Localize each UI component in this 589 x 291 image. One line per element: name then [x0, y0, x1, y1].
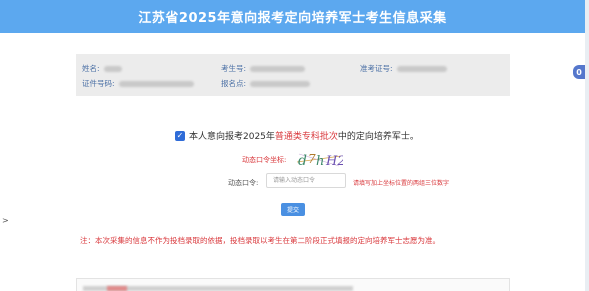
site-label: 报名点: [221, 79, 247, 88]
page-header: 江苏省2025年意向报考定向培养军士考生信息采集 [0, 0, 585, 33]
captcha-char-2: 7 [308, 152, 316, 166]
candidate-info-panel: 姓名: 考生号: 准考证号: 证件号码: 报名点: [76, 54, 510, 96]
side-float-label: 0 [576, 67, 582, 77]
confirm-text-suffix: 中的定向培养军士。 [337, 132, 419, 142]
id-label: 证件号码: [82, 79, 115, 88]
captcha-image[interactable]: d 7 h H2 [295, 148, 343, 170]
name-row: 姓名: [82, 63, 122, 74]
captcha-char-3: h [316, 154, 324, 169]
ticket-no-value-redacted [396, 65, 447, 72]
confirm-text-prefix: 本人意向报考2025年 [189, 132, 275, 142]
captcha-char-1: d [298, 153, 307, 169]
id-value-redacted [118, 80, 194, 87]
name-value-redacted [103, 65, 122, 72]
confirm-checkbox[interactable]: ✓ [175, 130, 185, 141]
id-row: 证件号码: [82, 78, 194, 89]
site-value-redacted [250, 80, 311, 87]
confirm-text-batch: 普通类专科批次 [274, 132, 338, 142]
ticket-no-label: 准考证号: [360, 64, 393, 73]
side-float-button[interactable]: 0 [573, 65, 585, 79]
bottom-highlight-redacted [107, 286, 127, 291]
submit-button[interactable]: 提交 [281, 203, 305, 216]
scrollbar[interactable] [585, 0, 589, 291]
name-label: 姓名: [82, 64, 100, 73]
confirm-intent: ✓ 本人意向报考2025年 普通类专科批次 中的定向培养军士。 [175, 129, 419, 142]
code-hint: 请填写加上坐标位置的两组三位数字 [353, 180, 450, 187]
exam-no-row: 考生号: [221, 63, 306, 74]
exam-no-label: 考生号: [221, 64, 247, 73]
captcha-char-4: H2 [325, 154, 343, 169]
code-input[interactable]: 请输入动态口令 [266, 173, 346, 188]
bottom-notice-panel [76, 278, 510, 291]
notice-text: 注：本次采集的信息不作为投档录取的依据，投档录取以考生在第二阶段正式填报的定向培… [80, 236, 440, 245]
check-icon: ✓ [176, 130, 184, 140]
exam-no-value-redacted [250, 65, 306, 72]
captcha-label: 动态口令坐标: [242, 156, 287, 164]
page-title: 江苏省2025年意向报考定向培养军士考生信息采集 [138, 11, 447, 26]
ticket-no-row: 准考证号: [360, 63, 447, 74]
left-arrow-icon[interactable]: > [2, 216, 9, 225]
code-label: 动态口令: [228, 179, 259, 187]
site-row: 报名点: [221, 78, 311, 89]
